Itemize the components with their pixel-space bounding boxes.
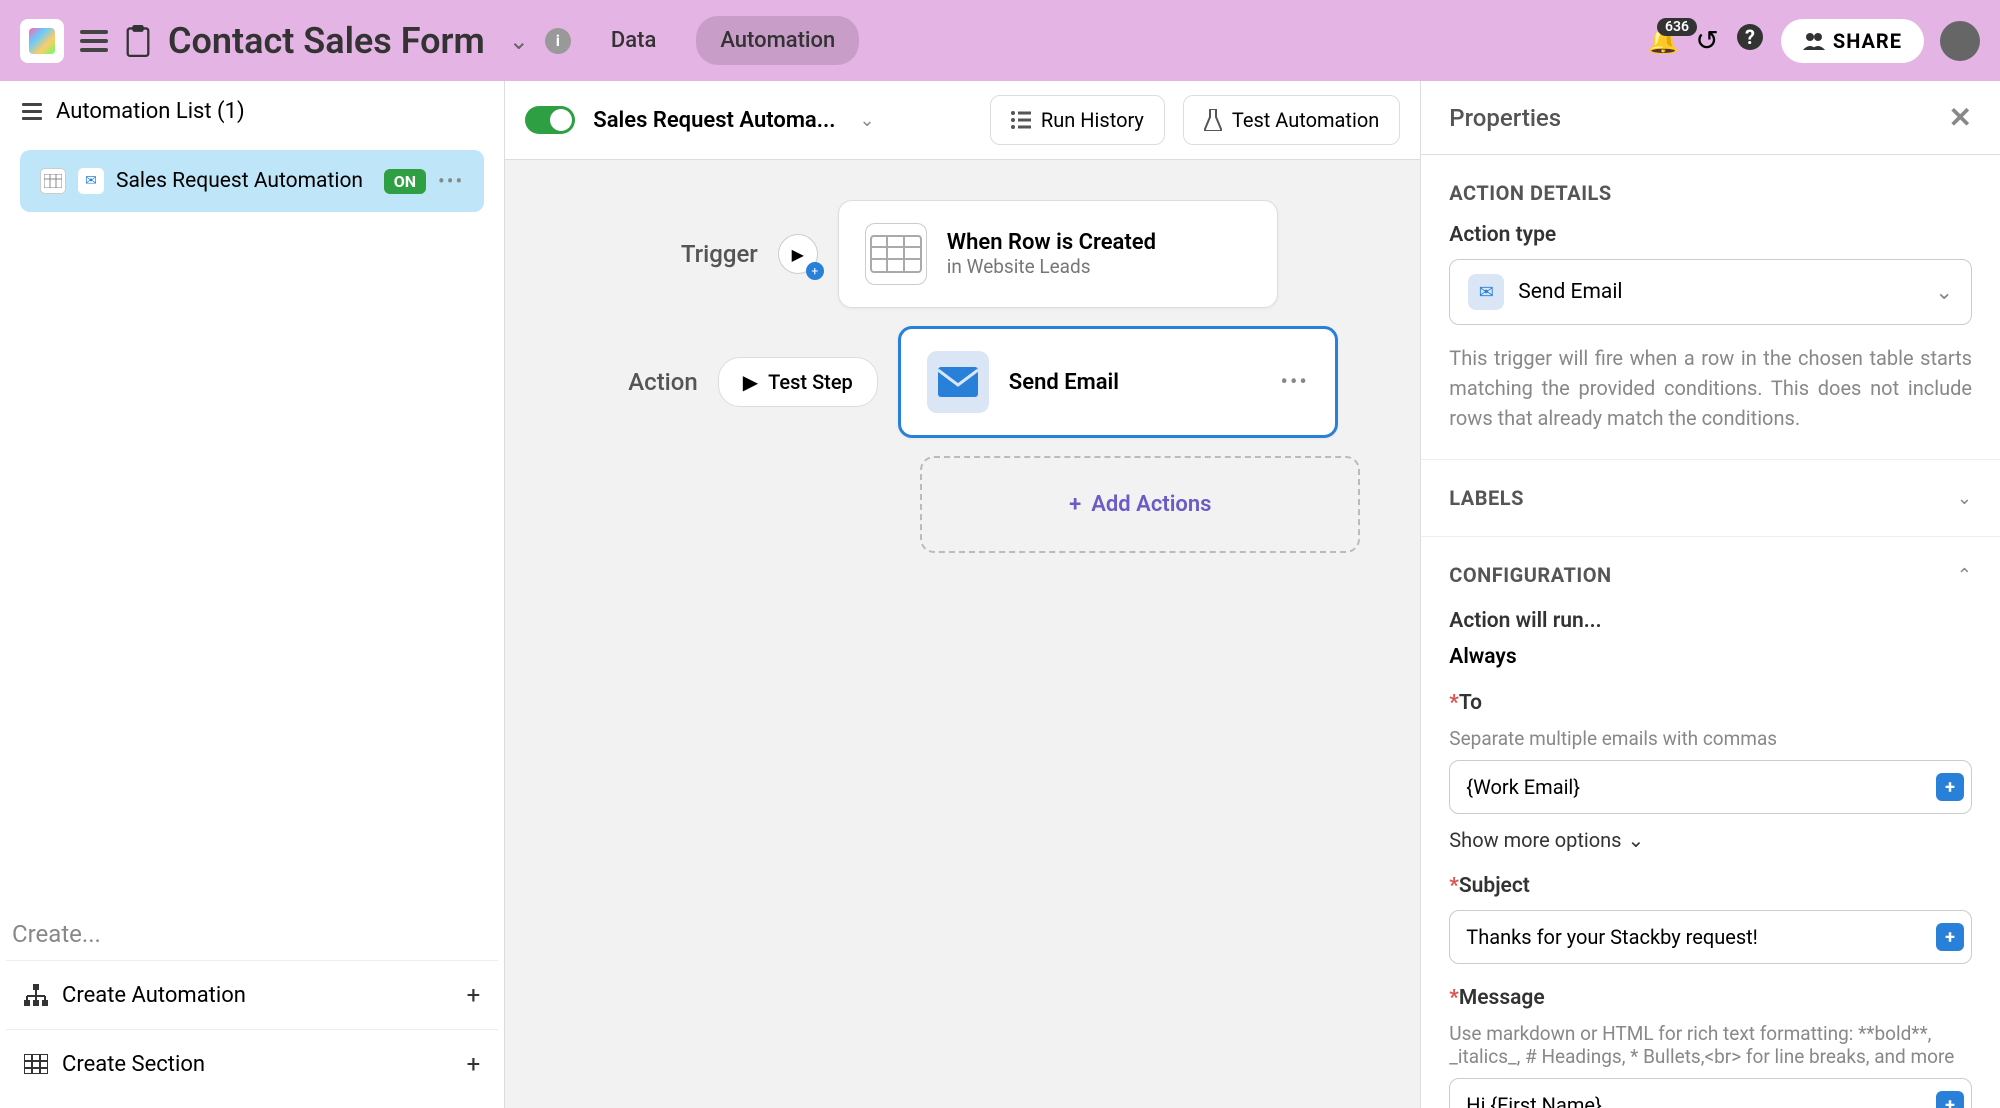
sidebar: Automation List (1) ✉ Sales Request Auto… [0, 81, 505, 1108]
chevron-down-icon[interactable]: ⌄ [509, 27, 529, 55]
automation-list-title: Automation List (1) [56, 99, 245, 124]
show-more-options[interactable]: Show more options ⌄ [1449, 828, 1972, 852]
mail-icon: ✉ [1468, 274, 1504, 310]
table-icon [40, 168, 66, 194]
plus-icon: + [467, 1050, 481, 1078]
automation-toggle[interactable] [525, 106, 575, 134]
action-type-select[interactable]: ✉ Send Email ⌄ [1449, 259, 1972, 325]
more-icon[interactable]: ••• [1281, 370, 1309, 395]
message-hint: Use markdown or HTML for rich text forma… [1449, 1022, 1972, 1068]
user-avatar[interactable] [1940, 21, 1980, 61]
properties-title: Properties [1449, 104, 1561, 132]
clipboard-icon [124, 25, 152, 57]
share-label: SHARE [1833, 29, 1902, 53]
insert-field-button[interactable]: + [1936, 1091, 1964, 1108]
properties-panel: Properties ✕ ACTION DETAILS Action type … [1421, 81, 2000, 1108]
plus-overlay-icon[interactable]: + [806, 262, 824, 280]
grid-icon [24, 1054, 48, 1074]
sitemap-icon [24, 984, 48, 1006]
app-logo[interactable] [20, 19, 64, 63]
plus-icon: + [1069, 492, 1081, 517]
action-details-heading: ACTION DETAILS [1449, 181, 1972, 205]
automation-list-item[interactable]: ✉ Sales Request Automation ON ••• [20, 150, 484, 212]
to-hint: Separate multiple emails with commas [1449, 727, 1972, 750]
list-icon [22, 103, 42, 120]
help-icon[interactable]: ? [1735, 22, 1765, 59]
notification-badge: 636 [1657, 18, 1697, 36]
action-run-value: Always [1449, 645, 1972, 669]
test-automation-button[interactable]: Test Automation [1183, 95, 1400, 145]
people-icon [1803, 32, 1825, 50]
message-label: Message [1459, 986, 1545, 1010]
labels-section-header[interactable]: LABELS ⌄ [1449, 486, 1972, 510]
action-description: This trigger will fire when a row in the… [1449, 343, 1972, 433]
subject-input[interactable] [1449, 910, 1972, 964]
history-icon[interactable]: ↺ [1695, 24, 1718, 57]
play-icon: ▶ [743, 370, 758, 394]
run-history-button[interactable]: Run History [990, 95, 1165, 145]
create-section-button[interactable]: Create Section + [6, 1029, 498, 1098]
tab-data[interactable]: Data [587, 16, 680, 65]
canvas-toolbar: Sales Request Automa... ⌄ Run History Te… [505, 81, 1420, 160]
to-label: To [1459, 691, 1482, 715]
to-input[interactable] [1449, 760, 1972, 814]
tab-automation[interactable]: Automation [696, 16, 859, 65]
trigger-card[interactable]: When Row is Created in Website Leads [838, 200, 1278, 308]
subject-label: Subject [1459, 874, 1530, 898]
page-title: Contact Sales Form [168, 20, 485, 62]
list-icon [1011, 111, 1031, 129]
create-heading: Create... [6, 908, 498, 960]
menu-icon[interactable] [80, 30, 108, 52]
action-run-label: Action will run... [1449, 609, 1972, 633]
flask-icon [1204, 109, 1222, 131]
configuration-section-header[interactable]: CONFIGURATION ⌃ [1449, 563, 1972, 587]
automation-name: Sales Request Automation [116, 169, 372, 193]
app-header: Contact Sales Form ⌄ i Data Automation 🔔… [0, 0, 2000, 81]
mail-icon: ✉ [78, 168, 104, 194]
info-icon[interactable]: i [545, 28, 571, 54]
trigger-label: Trigger [648, 240, 758, 268]
automation-name-display: Sales Request Automa... [593, 108, 835, 133]
close-icon[interactable]: ✕ [1949, 101, 1972, 134]
message-input[interactable] [1449, 1078, 1972, 1108]
insert-field-button[interactable]: + [1936, 923, 1964, 951]
action-title: Send Email [1009, 370, 1119, 395]
chevron-down-icon: ⌄ [1935, 280, 1953, 305]
chevron-down-icon[interactable]: ⌄ [860, 110, 875, 131]
add-actions-button[interactable]: + Add Actions [920, 456, 1360, 553]
chevron-down-icon: ⌄ [1957, 488, 1972, 509]
plus-icon: + [467, 981, 481, 1009]
automation-canvas: Sales Request Automa... ⌄ Run History Te… [505, 81, 1421, 1108]
action-type-label: Action type [1449, 223, 1972, 247]
share-button[interactable]: SHARE [1781, 19, 1924, 63]
mail-icon [927, 351, 989, 413]
insert-field-button[interactable]: + [1936, 773, 1964, 801]
trigger-subtitle: in Website Leads [947, 255, 1156, 278]
create-automation-button[interactable]: Create Automation + [6, 960, 498, 1029]
svg-text:?: ? [1745, 25, 1755, 49]
action-label: Action [588, 368, 698, 396]
notifications-button[interactable]: 🔔 636 [1647, 26, 1679, 56]
status-badge: ON [384, 169, 426, 194]
more-icon[interactable]: ••• [438, 169, 464, 193]
trigger-title: When Row is Created [947, 230, 1156, 255]
chevron-up-icon: ⌃ [1957, 565, 1972, 586]
table-icon [865, 223, 927, 285]
chevron-down-icon: ⌄ [1628, 828, 1645, 852]
action-card[interactable]: Send Email ••• [898, 326, 1338, 438]
test-step-button[interactable]: ▶ Test Step [718, 357, 878, 407]
